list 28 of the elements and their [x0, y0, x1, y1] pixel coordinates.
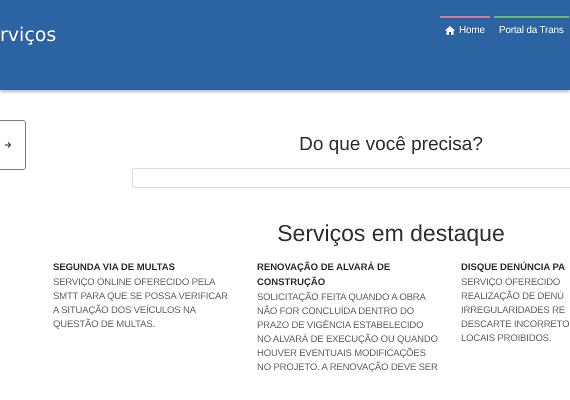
service-description: SERVIÇO ONLINE OFERECIDO PELA	[53, 276, 216, 290]
nav-link[interactable]: Home	[440, 16, 490, 40]
service-description: DESCARTE INCORRETO	[461, 318, 570, 332]
service-description: A SITUAÇÃO DOS VEÍCULOS NA	[53, 304, 197, 318]
service-description: SERVIÇO OFERECIDO	[461, 276, 562, 290]
service-description: NO PROJETO. A RENOVAÇÃO DEVE SER	[257, 361, 439, 375]
section-heading: Serviços em destaque	[277, 220, 505, 247]
service-description: HOUVER EVENTUAIS MODIFICAÇÕES	[257, 347, 427, 361]
arrow-icon	[4, 141, 12, 149]
service-description: QUESTÃO DE MULTAS.	[53, 318, 156, 332]
service-title: CONSTRUÇÃO	[257, 276, 326, 289]
service-description: PRAZO DE VIGÊNCIA ESTABELECIDO	[257, 319, 424, 333]
service-description: LOCAIS PROIBIDOS.	[461, 332, 552, 346]
service-title: RENOVAÇÃO DE ALVARÁ DE	[257, 261, 392, 274]
service-title: SEGUNDA VIA DE MULTAS	[53, 261, 176, 274]
site-title: rviços	[0, 24, 56, 46]
home-icon	[445, 26, 455, 35]
side-toggle-button[interactable]	[0, 120, 26, 170]
search-heading: Do que você precisa?	[299, 134, 483, 156]
service-description: SMTT PARA QUE SE POSSA VERIFICAR	[53, 290, 229, 304]
service-description: REALIZAÇÃO DE DENÚ	[461, 290, 565, 304]
nav-link[interactable]: Portal da Trans	[494, 16, 569, 40]
service-description: NÃO FOR CONCLUÍDA DENTRO DO	[257, 305, 415, 319]
search-field[interactable]	[132, 168, 570, 188]
service-description: NO ALVARÁ DE EXECUÇÃO OU QUANDO	[257, 333, 439, 347]
service-description: IRREGULARIDADES RE	[461, 304, 566, 318]
service-title: DISQUE DENÚNCIA PA	[461, 261, 566, 274]
service-description: SOLICITAÇÃO FEITA QUANDO A OBRA	[257, 291, 427, 305]
